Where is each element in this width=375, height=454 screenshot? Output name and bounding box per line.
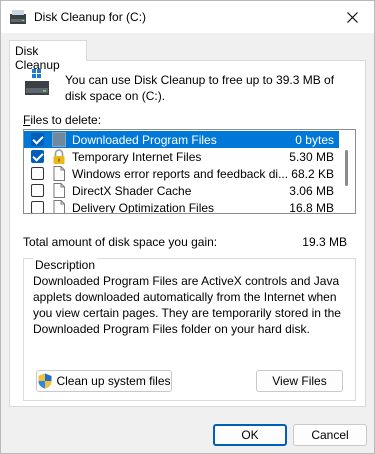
disk-cleanup-app-icon [10, 10, 26, 24]
clean-up-system-files-label: Clean up system files [56, 374, 171, 388]
disk-cleanup-window: Disk Cleanup for (C:) Disk Cleanup You c… [0, 0, 375, 454]
list-item[interactable]: Downloaded Program Files 0 bytes [24, 131, 340, 148]
file-size: 0 bytes [295, 133, 334, 147]
drive-icon [25, 69, 49, 95]
file-name: Windows error reports and feedback di... [72, 167, 289, 181]
file-icon [53, 183, 65, 198]
tab-disk-cleanup[interactable]: Disk Cleanup [9, 40, 87, 72]
ok-button[interactable]: OK [213, 424, 287, 446]
title-bar: Disk Cleanup for (C:) [1, 1, 374, 33]
view-files-label: View Files [272, 374, 327, 388]
scroll-thumb[interactable] [345, 150, 348, 186]
file-icon [53, 200, 65, 213]
clean-up-system-files-button[interactable]: Clean up system files [36, 370, 172, 392]
intro-text: You can use Disk Cleanup to free up to 3… [65, 73, 335, 103]
file-name: Delivery Optimization Files [72, 201, 215, 214]
files-list[interactable]: Downloaded Program Files 0 bytes Tempora… [23, 129, 356, 214]
list-item[interactable]: DirectX Shader Cache 3.06 MB [24, 182, 340, 199]
view-files-button[interactable]: View Files [256, 370, 343, 392]
file-icon [53, 166, 65, 181]
checkbox[interactable] [31, 150, 44, 163]
files-to-delete-label: Files to delete: [23, 113, 101, 127]
cancel-button[interactable]: Cancel [293, 424, 367, 446]
list-scrollbar[interactable] [339, 130, 355, 213]
list-item[interactable]: Windows error reports and feedback di...… [24, 165, 340, 182]
checkbox[interactable] [31, 184, 44, 197]
checkbox[interactable] [31, 167, 44, 180]
description-text: Downloaded Program Files are ActiveX con… [33, 274, 341, 336]
list-item[interactable]: Temporary Internet Files 5.30 MB [24, 148, 340, 165]
lock-icon [53, 149, 65, 164]
file-size: 5.30 MB [289, 150, 334, 164]
files-label-rest: iles to delete: [30, 113, 102, 127]
total-space-value: 19.3 MB [302, 235, 347, 249]
checkbox[interactable] [31, 133, 44, 146]
checkbox[interactable] [31, 201, 44, 213]
close-button[interactable] [338, 6, 366, 28]
ok-label: OK [241, 428, 259, 442]
close-icon [346, 11, 358, 23]
file-name: Downloaded Program Files [72, 133, 217, 147]
file-name: DirectX Shader Cache [72, 184, 192, 198]
description-legend: Description [33, 258, 98, 272]
total-space-label: Total amount of disk space you gain: [23, 235, 218, 249]
tab-panel: You can use Disk Cleanup to free up to 3… [9, 60, 366, 407]
file-name: Temporary Internet Files [72, 150, 202, 164]
folder-icon [52, 132, 66, 147]
window-title: Disk Cleanup for (C:) [34, 10, 147, 24]
file-size: 68.2 KB [291, 167, 334, 181]
list-item[interactable]: Delivery Optimization Files 16.8 MB [24, 199, 340, 214]
cancel-label: Cancel [311, 428, 349, 442]
uac-shield-icon [38, 373, 52, 389]
file-size: 16.8 MB [289, 201, 334, 214]
file-size: 3.06 MB [289, 184, 334, 198]
